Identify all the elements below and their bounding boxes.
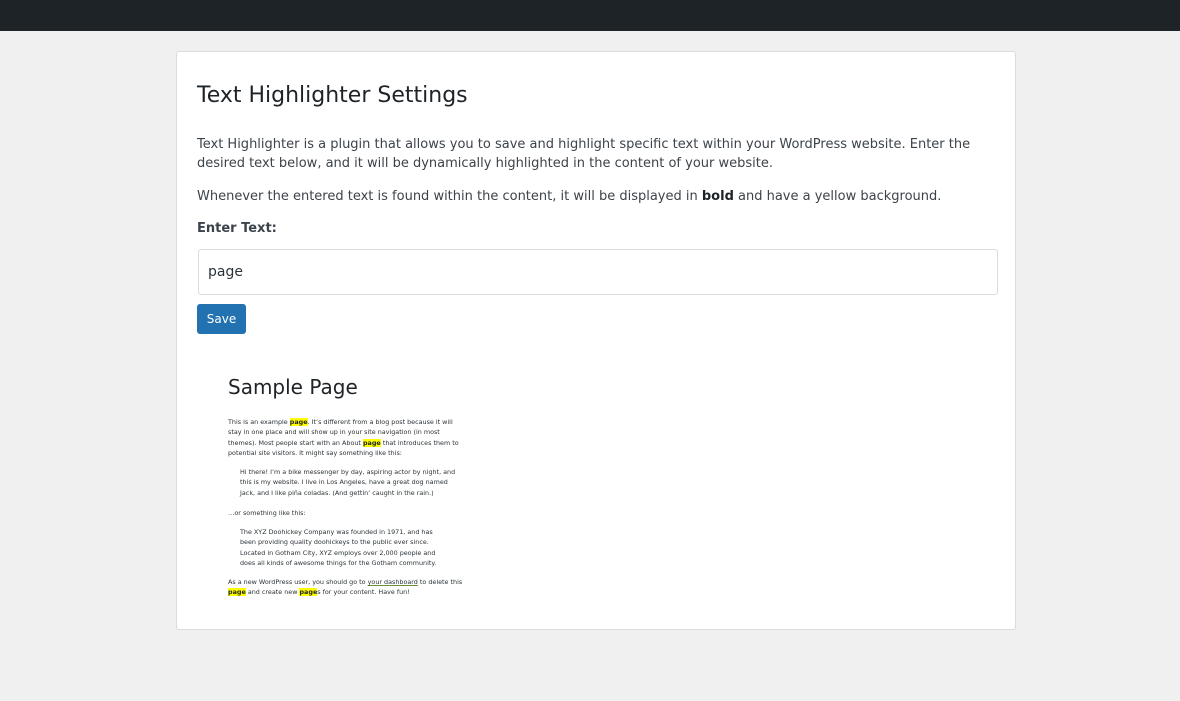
preview-text: This is an example bbox=[228, 418, 288, 426]
plugin-description: Text Highlighter is a plugin that allows… bbox=[197, 137, 971, 171]
preview-quote: The XYZ Doohickey Company was founded in… bbox=[240, 528, 437, 568]
preview-paragraph: As a new WordPress user, you should go t… bbox=[228, 577, 468, 598]
highlight-note-bold: bold bbox=[701, 189, 734, 204]
preview-paragraph: …or something like this: bbox=[228, 509, 306, 517]
page-title: Text Highlighter Settings bbox=[197, 83, 468, 108]
preview-text: s for your content. Have fun! bbox=[317, 588, 410, 597]
highlight-text-input[interactable] bbox=[198, 249, 998, 295]
settings-card: Text Highlighter Settings Text Highlight… bbox=[176, 51, 1016, 630]
highlighted-text: page bbox=[299, 588, 318, 597]
preview-title: Sample Page bbox=[228, 375, 358, 399]
highlight-note-text: Whenever the entered text is found withi… bbox=[197, 189, 698, 204]
sample-page-preview: Sample Page This is an example page. It’… bbox=[228, 374, 478, 604]
preview-text: to delete this bbox=[419, 578, 463, 586]
dashboard-link[interactable]: your dashboard bbox=[368, 578, 418, 586]
save-button[interactable]: Save bbox=[197, 304, 246, 334]
enter-text-label: Enter Text: bbox=[197, 221, 277, 236]
highlighted-text: page bbox=[228, 588, 246, 597]
preview-quote: Hi there! I’m a bike messenger by day, a… bbox=[240, 468, 456, 497]
highlight-note: Whenever the entered text is found withi… bbox=[197, 187, 987, 206]
preview-text: As a new WordPress user, you should go t… bbox=[228, 578, 366, 586]
highlight-note-text-end: and have a yellow background. bbox=[738, 189, 942, 204]
highlighted-text: page bbox=[289, 418, 308, 426]
admin-bar bbox=[0, 0, 1180, 31]
preview-paragraph: This is an example page. It’s different … bbox=[228, 417, 468, 459]
highlighted-text: page bbox=[362, 438, 381, 447]
preview-text: and create new bbox=[247, 588, 298, 597]
